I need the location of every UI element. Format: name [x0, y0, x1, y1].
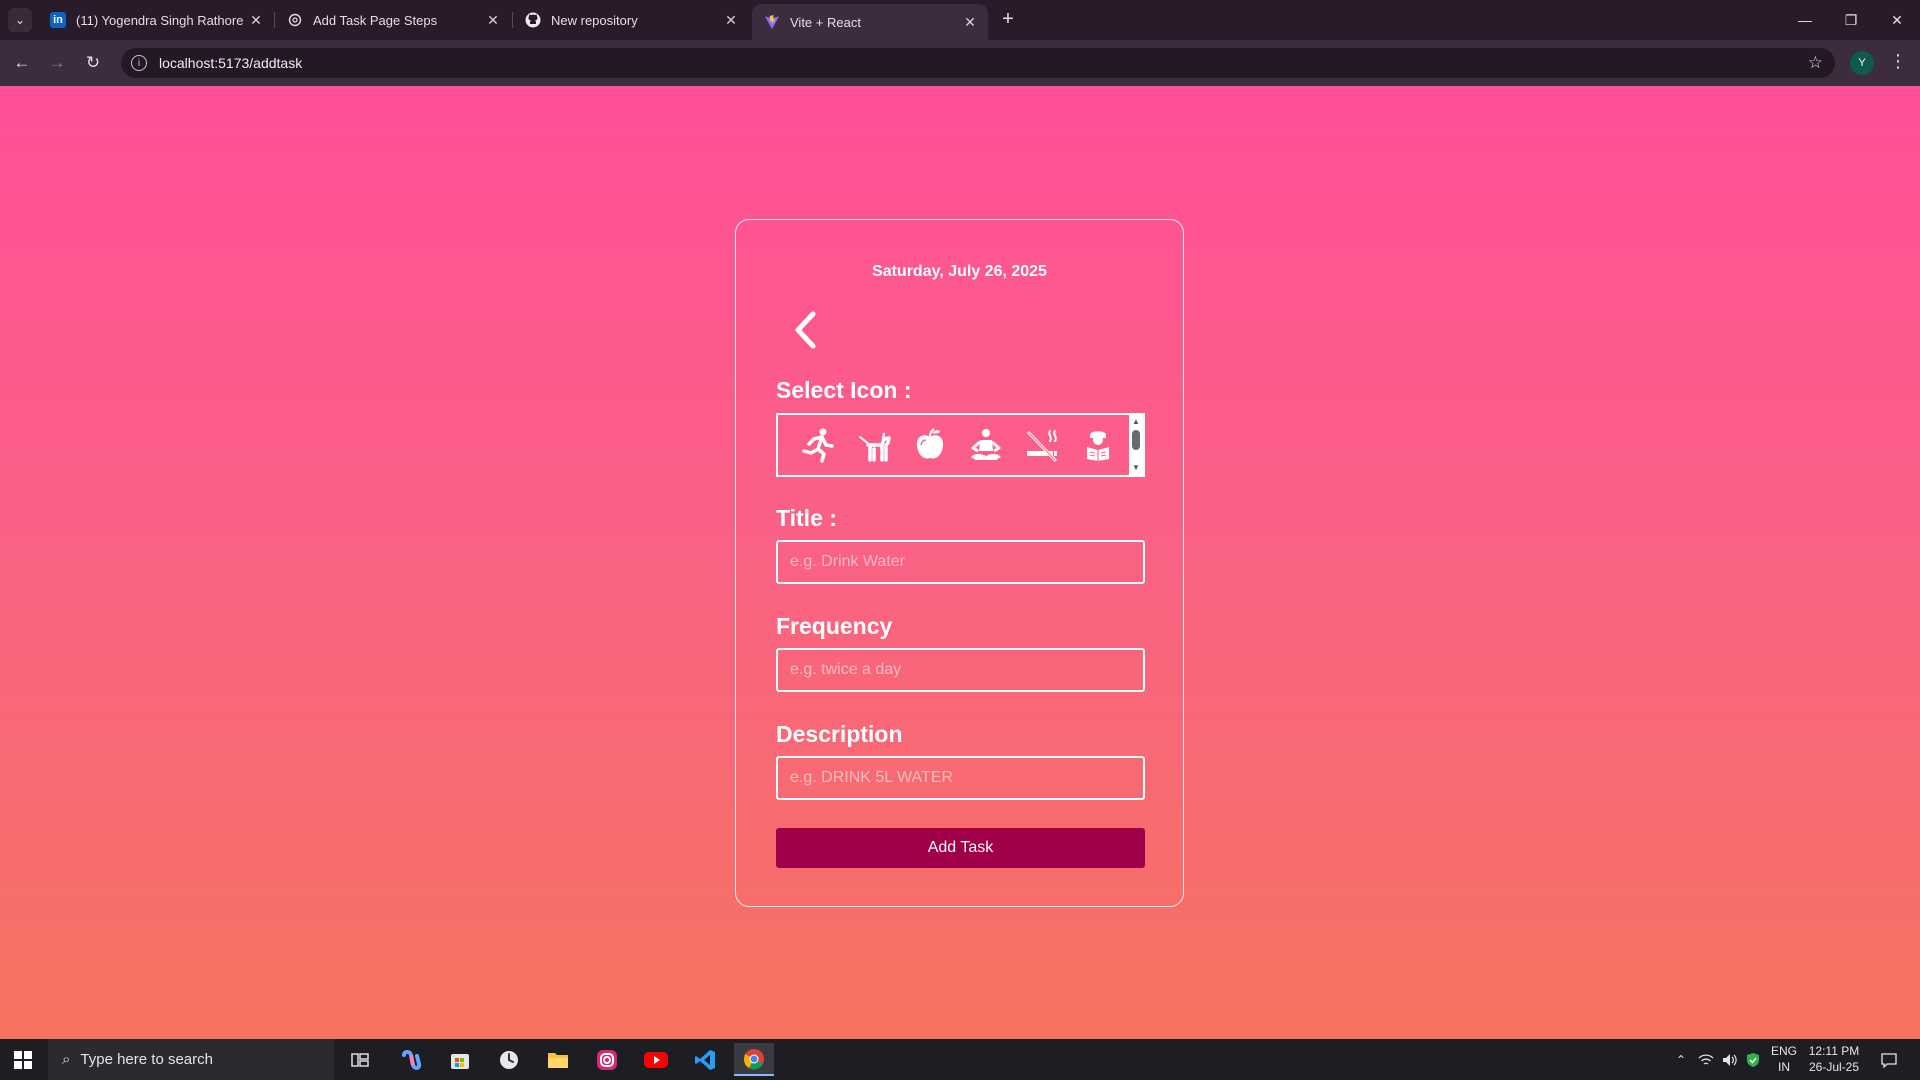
region-text: IN [1778, 1060, 1790, 1074]
site-info-icon[interactable]: i [131, 55, 147, 71]
close-icon[interactable]: ✕ [962, 14, 978, 31]
running-icon[interactable] [790, 421, 846, 469]
youtube-icon[interactable] [636, 1043, 676, 1076]
openai-icon [287, 12, 303, 28]
task-view-icon[interactable] [340, 1043, 380, 1076]
file-explorer-icon[interactable] [538, 1043, 578, 1076]
clock-date: 26-Jul-25 [1808, 1060, 1860, 1074]
icon-picker-scrollbar[interactable]: ▲ ▼ [1129, 415, 1143, 475]
close-icon[interactable]: ✕ [248, 12, 264, 29]
language-indicator[interactable]: ENG IN [1766, 1043, 1802, 1075]
dog-walking-icon[interactable] [846, 421, 902, 469]
chevron-left-icon [795, 311, 816, 349]
close-icon[interactable]: ✕ [485, 12, 501, 29]
back-button[interactable]: ← [8, 49, 36, 77]
tab-vite-react[interactable]: Vite + React ✕ [752, 4, 988, 40]
minimize-button[interactable]: — [1782, 0, 1828, 40]
meditation-icon[interactable] [958, 421, 1014, 469]
no-smoking-icon[interactable] [1014, 421, 1070, 469]
new-tab-button[interactable]: + [996, 8, 1020, 32]
minimize-icon: — [1798, 12, 1812, 28]
apple-icon[interactable] [902, 421, 958, 469]
arrow-right-icon: → [48, 53, 66, 72]
vscode-icon[interactable] [685, 1043, 725, 1076]
title-label: Title : [776, 505, 837, 531]
bookmark-star-icon[interactable]: ☆ [1808, 53, 1823, 73]
close-icon: ✕ [1891, 11, 1903, 28]
reload-button[interactable]: ↻ [79, 49, 107, 77]
chevron-up-icon: ⌃ [1675, 1052, 1687, 1067]
plus-icon: + [1002, 8, 1014, 30]
store-icon[interactable] [440, 1043, 480, 1076]
browser-menu-icon[interactable]: ⋮ [1888, 51, 1908, 72]
windows-logo-icon [14, 1050, 32, 1069]
start-button[interactable] [0, 1039, 46, 1080]
tab-title: Add Task Page Steps [313, 12, 438, 28]
address-bar: ← → ↻ i localhost:5173/addtask ☆ Y ⋮ [0, 40, 1920, 86]
search-placeholder: Type here to search [80, 1051, 213, 1068]
tab-title: Vite + React [790, 14, 861, 30]
tab-add-task-page-steps[interactable]: Add Task Page Steps ✕ [275, 0, 511, 40]
restore-icon: ❐ [1844, 11, 1858, 28]
scroll-up-icon[interactable]: ▲ [1131, 417, 1141, 427]
page-viewport: Saturday, July 26, 2025 Select Icon : ▲ … [0, 86, 1920, 1039]
add-task-button[interactable]: Add Task [776, 828, 1145, 868]
windows-taskbar: ⌕ Type here to search ⌃ ENG IN 12:11 PM … [0, 1039, 1920, 1080]
reload-icon: ↻ [85, 53, 101, 72]
vite-icon [764, 14, 780, 30]
linkedin-icon: in [50, 12, 66, 28]
current-date: Saturday, July 26, 2025 [872, 263, 1047, 280]
profile-initial: Y [1858, 57, 1866, 69]
wifi-icon[interactable] [1694, 1039, 1718, 1080]
arrow-left-icon: ← [13, 53, 31, 72]
scrollbar-thumb[interactable] [1132, 430, 1140, 450]
volume-icon[interactable] [1718, 1039, 1742, 1080]
reading-icon[interactable] [1070, 421, 1126, 469]
restore-button[interactable]: ❐ [1828, 0, 1874, 40]
taskbar-clock[interactable]: 12:11 PM 26-Jul-25 [1806, 1043, 1862, 1075]
chevron-down-icon: ⌄ [14, 13, 26, 27]
scroll-down-icon[interactable]: ▼ [1131, 463, 1141, 473]
search-icon: ⌕ [62, 1051, 71, 1068]
add-task-card: Saturday, July 26, 2025 Select Icon : ▲ … [735, 219, 1184, 907]
profile-avatar[interactable]: Y [1850, 51, 1874, 75]
notifications-icon[interactable] [1872, 1039, 1906, 1080]
close-icon[interactable]: ✕ [723, 12, 739, 29]
frequency-input[interactable] [776, 648, 1145, 692]
clock-time: 12:11 PM [1808, 1044, 1860, 1058]
back-arrow-button[interactable] [786, 308, 826, 352]
close-window-button[interactable]: ✕ [1874, 0, 1920, 40]
tab-strip: ⌄ in (11) Yogendra Singh Rathore | L ✕ A… [0, 0, 1920, 40]
forward-button[interactable]: → [43, 49, 71, 77]
frequency-label: Frequency [776, 613, 893, 639]
chrome-icon[interactable] [734, 1043, 774, 1076]
title-input[interactable] [776, 540, 1145, 584]
clock-app-icon[interactable] [489, 1043, 529, 1076]
url-text: localhost:5173/addtask [159, 55, 303, 71]
language-text: ENG [1770, 1044, 1797, 1058]
github-icon [525, 12, 541, 28]
tab-linkedin[interactable]: in (11) Yogendra Singh Rathore | L ✕ [38, 0, 274, 40]
tab-title: (11) Yogendra Singh Rathore | L [76, 12, 248, 28]
show-hidden-icons-button[interactable]: ⌃ [1668, 1039, 1694, 1080]
icon-picker: ▲ ▼ [776, 413, 1145, 477]
url-field[interactable]: i localhost:5173/addtask ☆ [121, 48, 1835, 78]
copilot-icon[interactable] [391, 1043, 431, 1076]
tab-title: New repository [551, 12, 638, 28]
security-shield-icon[interactable] [1742, 1039, 1764, 1080]
description-label: Description [776, 721, 903, 747]
instagram-icon[interactable] [587, 1043, 627, 1076]
description-input[interactable] [776, 756, 1145, 800]
tab-search-button[interactable]: ⌄ [8, 8, 32, 32]
tab-new-repository[interactable]: New repository ✕ [513, 0, 749, 40]
taskbar-search[interactable]: ⌕ Type here to search [48, 1039, 334, 1080]
select-icon-label: Select Icon : [776, 377, 912, 403]
